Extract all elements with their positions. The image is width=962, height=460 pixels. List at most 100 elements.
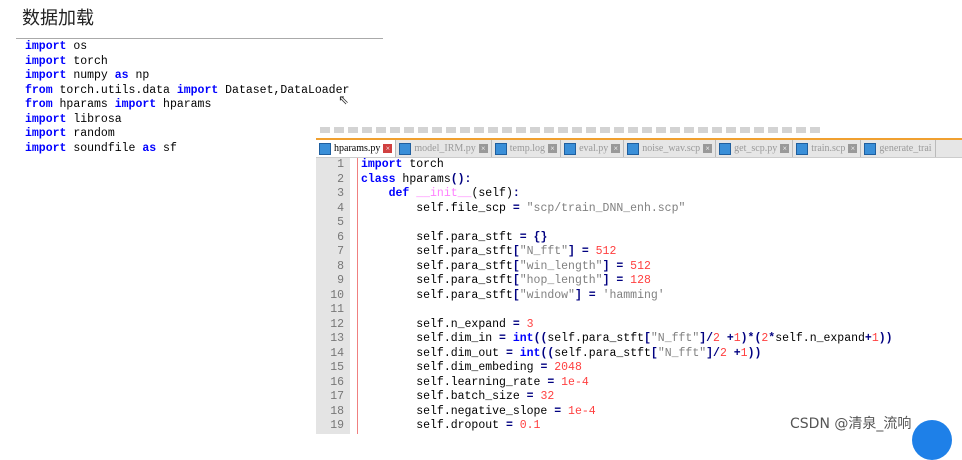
code-token: soundfile <box>73 141 143 155</box>
close-icon[interactable]: × <box>478 144 488 153</box>
close-icon[interactable]: × <box>611 144 621 153</box>
code-token: = <box>505 419 520 432</box>
line-number: 17 <box>330 390 344 403</box>
close-icon[interactable]: × <box>780 144 790 153</box>
code-token: 1e-4 <box>568 404 596 418</box>
tab-file[interactable]: train.scp × <box>793 140 862 157</box>
save-icon <box>719 142 732 155</box>
tab-label: temp.log <box>509 143 546 154</box>
toolbar-button-icon[interactable] <box>376 127 386 133</box>
code-token: import <box>25 54 74 68</box>
toolbar-button-icon[interactable] <box>810 127 820 133</box>
toolbar-button-icon[interactable] <box>446 127 456 133</box>
toolbar-button-icon[interactable] <box>670 127 680 133</box>
toolbar-button-icon[interactable] <box>684 127 694 133</box>
code-token: torch <box>73 54 108 68</box>
code-token: torch.utils.data <box>59 83 177 97</box>
close-icon[interactable]: × <box>848 144 858 153</box>
code-token: from <box>25 98 60 111</box>
code-token: + <box>733 346 741 360</box>
code-line: self.para_stft["win_length"] = 512 <box>358 260 893 275</box>
toolbar-button-icon[interactable] <box>488 127 498 133</box>
toolbar-button-icon[interactable] <box>362 127 372 133</box>
toolbar-button-icon[interactable] <box>432 127 442 133</box>
toolbar-button-icon[interactable] <box>642 127 652 133</box>
code-token: [ <box>650 346 658 360</box>
toolbar-button-icon[interactable] <box>754 127 764 133</box>
line-number: 8 <box>337 259 344 273</box>
save-icon <box>399 142 412 155</box>
line-number: 12 <box>330 317 344 331</box>
code-token: [ <box>512 259 520 273</box>
toolbar-button-icon[interactable] <box>712 127 722 133</box>
code-area[interactable]: 1 2 3 4 5 6 7 8 9 10 11 12 13 14 15 16 17 18 19 import tor… <box>316 158 962 434</box>
toolbar-button-icon[interactable] <box>348 127 358 133</box>
tab-file[interactable]: temp.log × <box>492 140 562 157</box>
code-token: self.dim_in <box>361 332 500 345</box>
toolbar-button-icon[interactable] <box>726 127 736 133</box>
line-number: 11 <box>330 303 344 316</box>
toolbar-button-icon[interactable] <box>516 127 526 133</box>
code-token: hparams <box>59 98 115 111</box>
toolbar-button-icon[interactable] <box>390 127 400 133</box>
toolbar-button-icon[interactable] <box>614 127 624 133</box>
toolbar-button-icon[interactable] <box>698 127 708 133</box>
tab-file[interactable]: generate_trai <box>861 140 936 157</box>
code-line: self.para_stft["hop_length"] = 128 <box>358 274 893 289</box>
code-token: import <box>25 69 74 82</box>
code-token: as <box>114 69 136 82</box>
toolbar-button-icon[interactable] <box>768 127 778 133</box>
tab-label: get_scp.py <box>734 143 778 154</box>
toolbar-button-icon[interactable] <box>782 127 792 133</box>
close-icon[interactable]: × <box>383 144 393 153</box>
toolbar-button-icon[interactable] <box>460 127 470 133</box>
code-token: np <box>135 69 150 82</box>
toolbar-button-icon[interactable] <box>334 127 344 133</box>
toolbar-button-icon[interactable] <box>474 127 484 133</box>
tab-file[interactable]: hparams.py × <box>316 140 397 157</box>
code-line: def __init__(self): <box>358 187 893 202</box>
code-token: librosa <box>73 112 122 126</box>
code-token: (self) <box>471 187 513 200</box>
code-line: self.dim_out = int((self.para_stft["N_ff… <box>358 347 893 362</box>
toolbar-button-icon[interactable] <box>586 127 596 133</box>
toolbar-button-icon[interactable] <box>530 127 540 133</box>
toolbar-button-icon[interactable] <box>600 127 610 133</box>
fold-margin[interactable] <box>350 158 358 434</box>
toolbar-button-icon[interactable] <box>796 127 806 133</box>
code-token: "N_fft" <box>650 332 700 345</box>
toolbar-button-icon[interactable] <box>628 127 638 133</box>
tab-file[interactable]: eval.py × <box>561 140 625 157</box>
toolbar-button-icon[interactable] <box>320 127 330 133</box>
toolbar-button-icon[interactable] <box>740 127 750 133</box>
code-token: numpy <box>73 69 115 82</box>
code-token: ] = <box>574 288 603 302</box>
toolbar-button-icon[interactable] <box>418 127 428 133</box>
tab-file[interactable]: model_IRM.py × <box>396 140 492 157</box>
tab-file[interactable]: get_scp.py × <box>716 140 794 157</box>
code-token: int <box>519 346 541 360</box>
code-line: import numpy as np <box>16 69 383 84</box>
save-icon <box>864 142 877 155</box>
code-token: import <box>25 40 74 53</box>
tab-file[interactable]: noise_wav.scp × <box>624 140 717 157</box>
toolbar-button-icon[interactable] <box>544 127 554 133</box>
floating-action-button[interactable] <box>912 420 952 460</box>
code-token: 32 <box>540 390 555 403</box>
code-token: import <box>25 141 74 155</box>
code-token: hparams <box>163 98 212 111</box>
close-icon[interactable]: × <box>548 144 558 153</box>
code-token: (): <box>450 172 472 186</box>
code-token: hparams <box>402 172 451 186</box>
toolbar-button-icon[interactable] <box>558 127 568 133</box>
code-token: __init__ <box>416 187 472 200</box>
close-icon[interactable]: × <box>703 144 713 153</box>
tab-label: noise_wav.scp <box>642 143 701 154</box>
line-number: 10 <box>330 288 344 302</box>
toolbar-button-icon[interactable] <box>656 127 666 133</box>
code-token: 2048 <box>554 361 582 374</box>
toolbar-button-icon[interactable] <box>404 127 414 133</box>
toolbar-button-icon[interactable] <box>572 127 582 133</box>
toolbar-button-icon[interactable] <box>502 127 512 133</box>
